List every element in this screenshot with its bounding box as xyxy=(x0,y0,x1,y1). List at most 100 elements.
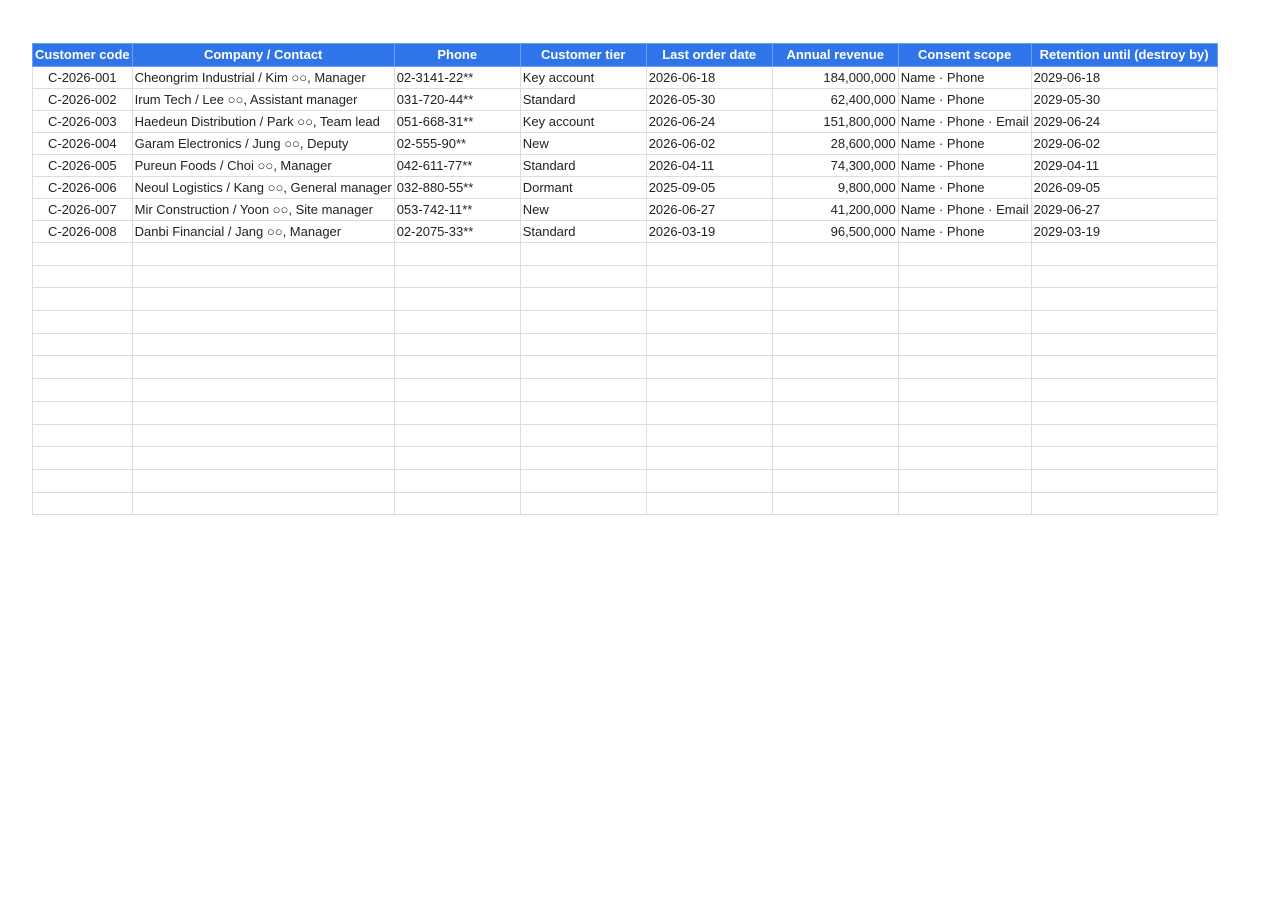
empty-cell[interactable] xyxy=(32,332,133,357)
cell-annual-revenue[interactable]: 62,400,000 xyxy=(771,88,899,111)
empty-cell[interactable] xyxy=(771,446,899,470)
empty-cell[interactable] xyxy=(1030,468,1218,493)
cell-annual-revenue[interactable]: 28,600,000 xyxy=(771,132,899,155)
empty-cell[interactable] xyxy=(771,491,899,516)
empty-cell[interactable] xyxy=(645,423,773,448)
empty-cell[interactable] xyxy=(32,423,133,448)
empty-cell[interactable] xyxy=(519,378,647,402)
empty-cell[interactable] xyxy=(131,446,395,470)
cell-customer-code[interactable]: C-2026-001 xyxy=(32,66,133,89)
empty-cell[interactable] xyxy=(32,491,133,516)
empty-cell[interactable] xyxy=(32,400,133,425)
empty-cell[interactable] xyxy=(771,242,899,266)
cell-company-contact[interactable]: Irum Tech / Lee ○○, Assistant manager xyxy=(131,88,395,111)
cell-company-contact[interactable]: Neoul Logistics / Kang ○○, General manag… xyxy=(131,176,395,199)
cell-last-order-date[interactable]: 2025-09-05 xyxy=(645,176,773,199)
cell-customer-tier[interactable]: Standard xyxy=(519,88,647,111)
header-consent-scope[interactable]: Consent scope xyxy=(897,43,1032,67)
header-annual-revenue[interactable]: Annual revenue xyxy=(771,43,899,67)
empty-cell[interactable] xyxy=(32,242,133,266)
empty-cell[interactable] xyxy=(645,400,773,425)
cell-phone[interactable]: 051-668-31** xyxy=(393,110,521,133)
empty-cell[interactable] xyxy=(645,468,773,493)
empty-cell[interactable] xyxy=(897,468,1032,493)
empty-cell[interactable] xyxy=(519,446,647,470)
empty-cell[interactable] xyxy=(393,310,521,334)
cell-annual-revenue[interactable]: 96,500,000 xyxy=(771,220,899,243)
empty-cell[interactable] xyxy=(519,310,647,334)
empty-cell[interactable] xyxy=(393,491,521,516)
cell-annual-revenue[interactable]: 74,300,000 xyxy=(771,154,899,177)
empty-cell[interactable] xyxy=(393,242,521,266)
header-customer-code[interactable]: Customer code xyxy=(32,43,133,67)
empty-cell[interactable] xyxy=(519,355,647,380)
empty-cell[interactable] xyxy=(645,446,773,470)
empty-cell[interactable] xyxy=(771,400,899,425)
empty-cell[interactable] xyxy=(897,423,1032,448)
empty-cell[interactable] xyxy=(393,446,521,470)
cell-phone[interactable]: 02-555-90** xyxy=(393,132,521,155)
empty-cell[interactable] xyxy=(897,287,1032,312)
cell-annual-revenue[interactable]: 9,800,000 xyxy=(771,176,899,199)
cell-annual-revenue[interactable]: 151,800,000 xyxy=(771,110,899,133)
empty-cell[interactable] xyxy=(1030,423,1218,448)
cell-phone[interactable]: 032-880-55** xyxy=(393,176,521,199)
empty-cell[interactable] xyxy=(519,264,647,289)
cell-customer-tier[interactable]: New xyxy=(519,198,647,221)
cell-consent-scope[interactable]: Name · Phone xyxy=(897,154,1032,177)
empty-cell[interactable] xyxy=(645,310,773,334)
cell-customer-code[interactable]: C-2026-006 xyxy=(32,176,133,199)
empty-cell[interactable] xyxy=(131,242,395,266)
cell-customer-tier[interactable]: Standard xyxy=(519,154,647,177)
empty-cell[interactable] xyxy=(771,355,899,380)
cell-retention-until[interactable]: 2029-03-19 xyxy=(1030,220,1218,243)
empty-cell[interactable] xyxy=(519,491,647,516)
empty-cell[interactable] xyxy=(131,264,395,289)
cell-phone[interactable]: 053-742-11** xyxy=(393,198,521,221)
empty-cell[interactable] xyxy=(131,355,395,380)
empty-cell[interactable] xyxy=(897,355,1032,380)
cell-phone[interactable]: 02-2075-33** xyxy=(393,220,521,243)
cell-customer-code[interactable]: C-2026-004 xyxy=(32,132,133,155)
cell-retention-until[interactable]: 2029-06-02 xyxy=(1030,132,1218,155)
cell-company-contact[interactable]: Cheongrim Industrial / Kim ○○, Manager xyxy=(131,66,395,89)
cell-last-order-date[interactable]: 2026-03-19 xyxy=(645,220,773,243)
empty-cell[interactable] xyxy=(32,287,133,312)
empty-cell[interactable] xyxy=(771,332,899,357)
empty-cell[interactable] xyxy=(32,468,133,493)
header-customer-tier[interactable]: Customer tier xyxy=(519,43,647,67)
empty-cell[interactable] xyxy=(1030,332,1218,357)
cell-retention-until[interactable]: 2029-04-11 xyxy=(1030,154,1218,177)
empty-cell[interactable] xyxy=(645,264,773,289)
header-retention-until[interactable]: Retention until (destroy by) xyxy=(1030,43,1218,67)
cell-last-order-date[interactable]: 2026-05-30 xyxy=(645,88,773,111)
cell-customer-code[interactable]: C-2026-008 xyxy=(32,220,133,243)
empty-cell[interactable] xyxy=(897,491,1032,516)
empty-cell[interactable] xyxy=(131,423,395,448)
empty-cell[interactable] xyxy=(771,264,899,289)
cell-phone[interactable]: 042-611-77** xyxy=(393,154,521,177)
empty-cell[interactable] xyxy=(131,332,395,357)
empty-cell[interactable] xyxy=(393,468,521,493)
empty-cell[interactable] xyxy=(771,378,899,402)
cell-customer-tier[interactable]: Key account xyxy=(519,110,647,133)
empty-cell[interactable] xyxy=(519,287,647,312)
empty-cell[interactable] xyxy=(645,491,773,516)
empty-cell[interactable] xyxy=(1030,287,1218,312)
empty-cell[interactable] xyxy=(771,287,899,312)
empty-cell[interactable] xyxy=(131,400,395,425)
empty-cell[interactable] xyxy=(645,332,773,357)
cell-phone[interactable]: 031-720-44** xyxy=(393,88,521,111)
header-phone[interactable]: Phone xyxy=(393,43,521,67)
cell-last-order-date[interactable]: 2026-04-11 xyxy=(645,154,773,177)
cell-customer-code[interactable]: C-2026-007 xyxy=(32,198,133,221)
empty-cell[interactable] xyxy=(519,242,647,266)
empty-cell[interactable] xyxy=(897,378,1032,402)
empty-cell[interactable] xyxy=(131,468,395,493)
cell-consent-scope[interactable]: Name · Phone · Email xyxy=(897,198,1032,221)
cell-company-contact[interactable]: Danbi Financial / Jang ○○, Manager xyxy=(131,220,395,243)
cell-consent-scope[interactable]: Name · Phone · Email xyxy=(897,110,1032,133)
cell-customer-code[interactable]: C-2026-003 xyxy=(32,110,133,133)
empty-cell[interactable] xyxy=(393,332,521,357)
cell-company-contact[interactable]: Garam Electronics / Jung ○○, Deputy xyxy=(131,132,395,155)
